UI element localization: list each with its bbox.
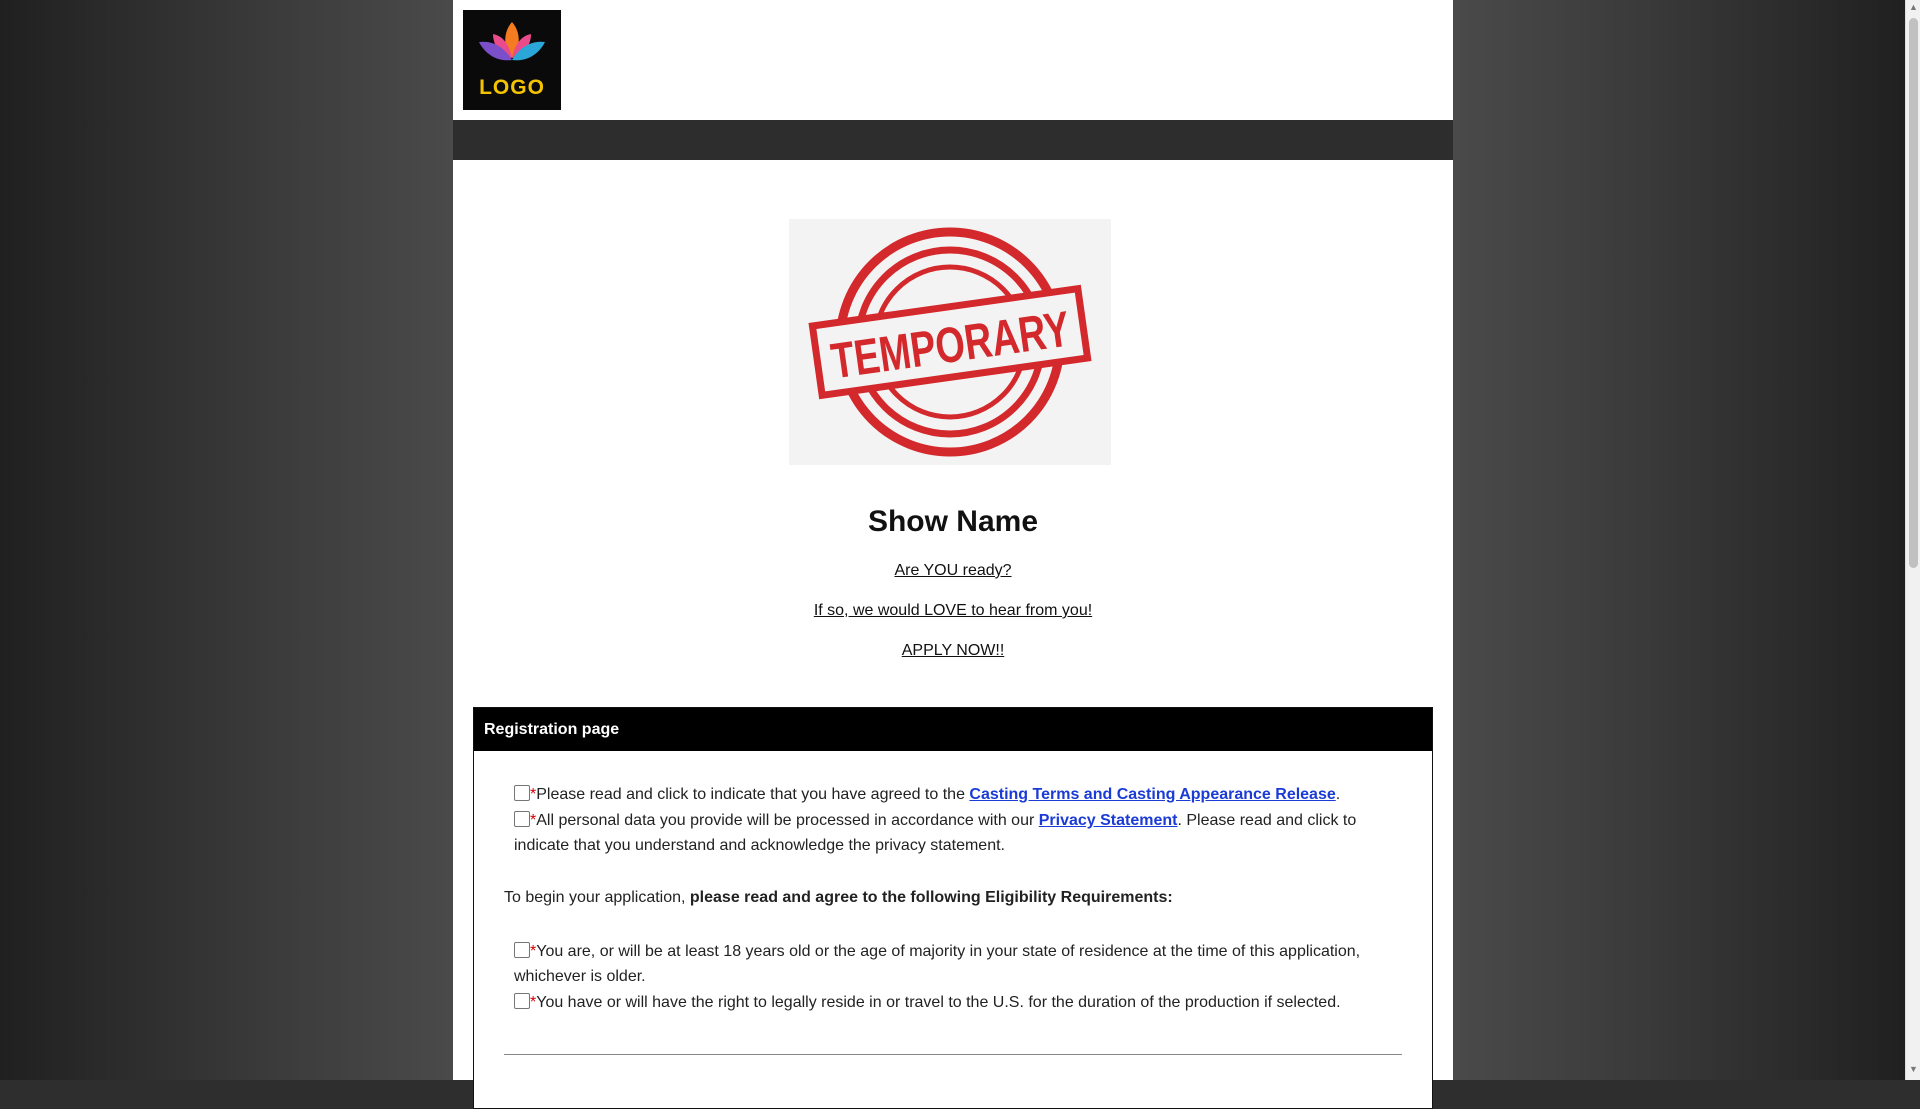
tagline-ready: Are YOU ready?	[894, 562, 1012, 579]
site-header: LOGO	[453, 0, 1453, 120]
nav-bar	[453, 120, 1453, 160]
show-title: Show Name	[867, 505, 1039, 538]
panel-title: Registration page	[474, 708, 1432, 751]
age-requirement-checkbox[interactable]	[514, 942, 530, 958]
agree-terms-text: Please read and click to indicate that y…	[536, 786, 970, 803]
page-scrollbar[interactable]: ▲ ▼	[1905, 0, 1920, 1080]
registration-panel: Registration page *Please read and click…	[473, 707, 1433, 1109]
eligibility-intro: To begin your application, please read a…	[504, 885, 1404, 910]
residence-requirement-checkbox[interactable]	[514, 993, 530, 1009]
privacy-text-line2: indicate that you understand and acknowl…	[514, 837, 1005, 854]
eligibility-intro-bold: please read and agree to the following E…	[689, 889, 1173, 906]
privacy-checkbox[interactable]	[514, 811, 530, 827]
temporary-stamp-image: TEMPORARY	[789, 219, 1111, 465]
agree-terms-checkbox[interactable]	[514, 785, 530, 801]
logo-text: LOGO	[479, 76, 545, 99]
eligibility-intro-text: To begin your application,	[504, 889, 690, 906]
lotus-icon	[479, 22, 545, 61]
scroll-down-arrow-icon[interactable]: ▼	[1909, 1064, 1918, 1074]
tagline-love: If so, we would LOVE to hear from you!	[813, 602, 1093, 619]
residence-requirement-row: *You have or will have the right to lega…	[514, 990, 1404, 1015]
residence-requirement-text: You have or will have the right to legal…	[536, 994, 1341, 1011]
privacy-statement-link[interactable]: Privacy Statement	[1039, 812, 1178, 829]
age-requirement-row: *You are, or will be at least 18 years o…	[514, 939, 1404, 989]
section-divider	[504, 1054, 1402, 1055]
tagline-apply: APPLY NOW!!	[901, 642, 1005, 659]
page-container: LOGO TEMPORARY Show Name Are YOU ready? …	[453, 0, 1453, 1109]
background-right	[1453, 0, 1905, 1080]
background-left	[0, 0, 453, 1080]
age-requirement-text-line2: whichever is older.	[514, 968, 646, 985]
scroll-up-arrow-icon[interactable]: ▲	[1909, 2, 1918, 12]
scroll-thumb[interactable]	[1909, 18, 1918, 568]
agree-terms-row: *Please read and click to indicate that …	[514, 782, 1404, 807]
casting-terms-link[interactable]: Casting Terms and Casting Appearance Rel…	[969, 786, 1335, 803]
privacy-row: *All personal data you provide will be p…	[514, 808, 1404, 858]
age-requirement-text: You are, or will be at least 18 years ol…	[536, 943, 1361, 960]
privacy-text-end: . Please read and click to	[1177, 812, 1357, 829]
privacy-text: All personal data you provide will be pr…	[536, 812, 1039, 829]
agree-terms-text-end: .	[1335, 786, 1341, 803]
site-logo[interactable]: LOGO	[463, 10, 561, 110]
